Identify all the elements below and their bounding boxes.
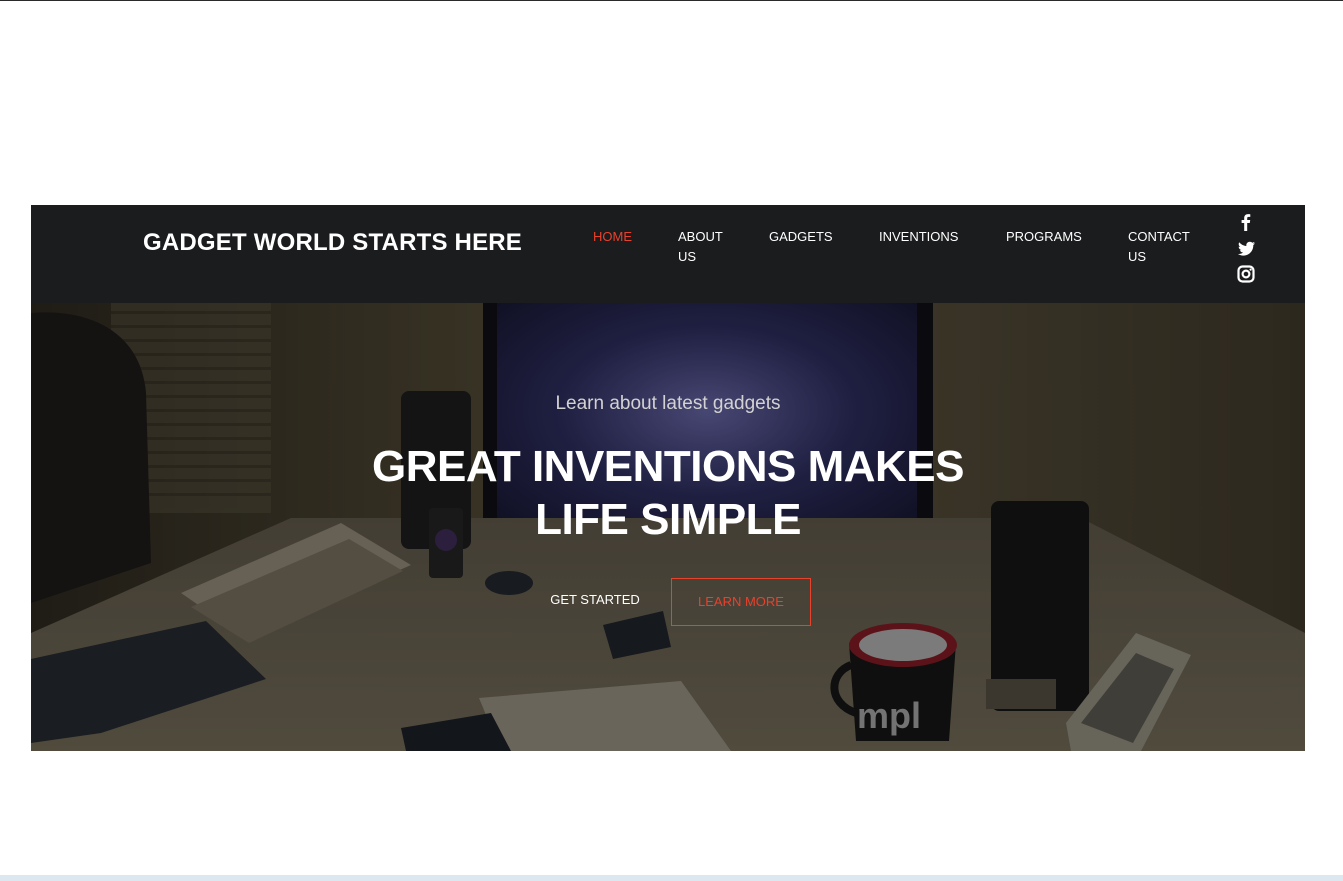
nav-link-label: CONTACT <box>1128 229 1190 244</box>
nav-link-label: US <box>678 249 697 264</box>
nav-link-inventions[interactable]: INVENTIONS <box>879 227 958 247</box>
site-brand[interactable]: GADGET WORLD STARTS HERE <box>143 229 522 257</box>
nav-link-label: ABOUT <box>678 229 723 244</box>
nav-link-programs[interactable]: PROGRAMS <box>1006 227 1082 247</box>
nav-link-label: GADGETS <box>769 229 833 244</box>
window-bottom-bar <box>0 875 1343 881</box>
instagram-icon[interactable] <box>1234 263 1258 285</box>
window-top-border <box>0 0 1343 1</box>
navbar: GADGET WORLD STARTS HERE HOME ABOUT US G… <box>31 205 1305 303</box>
social-links <box>1234 211 1258 289</box>
hero-title-line: GREAT INVENTIONS MAKES <box>371 442 965 491</box>
hero-section: mpl Learn about latest gadgets GREAT INV… <box>31 303 1305 751</box>
nav-link-about-us[interactable]: ABOUT US <box>678 227 723 267</box>
learn-more-button[interactable]: LEARN MORE <box>671 578 811 626</box>
hero-subtitle: Learn about latest gadgets <box>555 393 781 414</box>
hero-title-line: LIFE SIMPLE <box>535 495 801 544</box>
website-frame: GADGET WORLD STARTS HERE HOME ABOUT US G… <box>31 205 1305 751</box>
nav-link-label: INVENTIONS <box>879 229 959 244</box>
nav-link-label: HOME <box>593 229 632 244</box>
nav-link-home[interactable]: HOME <box>593 227 632 247</box>
nav-link-gadgets[interactable]: GADGETS <box>769 227 833 247</box>
nav-link-label: PROGRAMS <box>1006 229 1082 244</box>
facebook-icon[interactable] <box>1234 211 1258 233</box>
nav-link-contact-us[interactable]: CONTACT US <box>1128 227 1190 267</box>
nav-link-label: US <box>1128 249 1147 264</box>
hero-title: GREAT INVENTIONS MAKES LIFE SIMPLE <box>31 440 1305 546</box>
twitter-icon[interactable] <box>1234 237 1258 259</box>
get-started-button[interactable]: GET STARTED <box>539 589 651 611</box>
